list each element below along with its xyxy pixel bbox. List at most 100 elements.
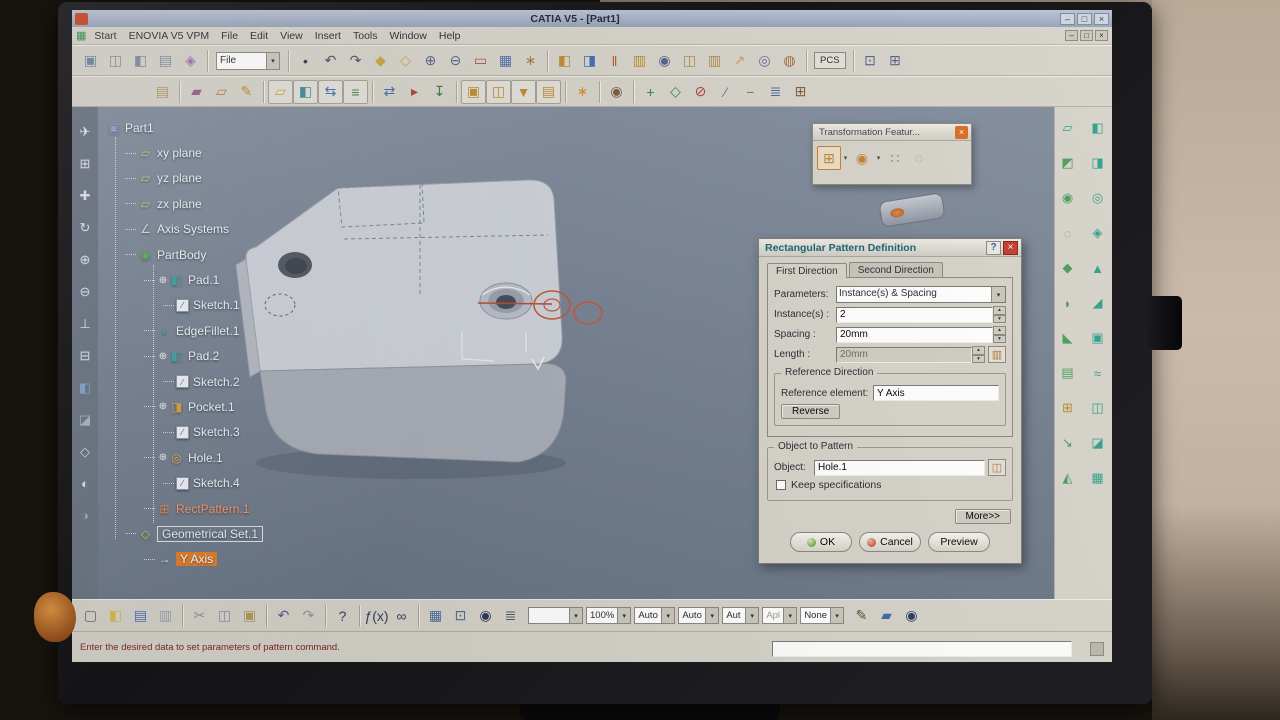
rectangular-pattern-tool-icon[interactable]: ⊞ (817, 146, 841, 170)
zoom-area-icon[interactable]: ⊕ (418, 49, 443, 73)
tree-item[interactable]: ▱zx plane (102, 191, 263, 216)
redo-icon[interactable]: ↷ (296, 604, 321, 628)
document-minimize-button[interactable]: – (1065, 30, 1078, 41)
paint-icon[interactable]: ▰ (874, 604, 899, 628)
length-measure-button[interactable]: ▥ (988, 346, 1006, 363)
menu-window[interactable]: Window (384, 29, 433, 43)
combo-arrow-icon[interactable]: ▾ (705, 608, 718, 623)
auto-combo-2[interactable]: Auto▾ (678, 607, 719, 624)
multi-view-icon[interactable]: ⊟ (74, 345, 96, 366)
measure-icon[interactable]: ∕ (713, 80, 738, 104)
apply-combo[interactable]: Apl▾ (762, 607, 797, 624)
shaded-cube-icon[interactable]: ◪ (74, 409, 96, 430)
minimize-button[interactable]: – (1060, 13, 1075, 25)
wireframe-cube-icon[interactable]: ◇ (74, 441, 96, 462)
chamfer-feature-icon[interactable]: ◢ (1086, 292, 1110, 314)
object-picker-button[interactable]: ◫ (988, 459, 1006, 476)
spinner-down-icon[interactable]: ▾ (993, 335, 1006, 344)
menu-help[interactable]: Help (433, 29, 467, 43)
calculator-icon[interactable]: ⊞ (788, 80, 813, 104)
doc-pair-icon[interactable]: ▥ (702, 49, 727, 73)
window-front-icon[interactable]: ◧ (552, 49, 577, 73)
user-icon[interactable]: ◉ (604, 80, 629, 104)
stack-icon[interactable]: ▥ (627, 49, 652, 73)
reverse-button[interactable]: Reverse (781, 404, 840, 419)
tree-item[interactable]: ⊕◧Pad.1 (102, 267, 263, 292)
current-selection-combo[interactable]: ▾ (528, 607, 583, 624)
pencil-icon[interactable]: ✎ (234, 80, 259, 104)
mirror-tool-icon[interactable]: ◌ (907, 146, 931, 170)
groove-feature-icon[interactable]: ◎ (1086, 187, 1110, 209)
instances-input[interactable] (836, 307, 993, 323)
tile-window-icon[interactable]: ⊞ (883, 49, 908, 73)
length-spinner[interactable]: ▴ ▾ (972, 346, 985, 363)
close-surface-icon[interactable]: ▦ (1086, 467, 1110, 489)
zoom-in-icon[interactable]: ⊕ (74, 249, 96, 270)
spinner-down-icon[interactable]: ▾ (993, 315, 1006, 324)
constraints-icon[interactable]: ≡ (343, 80, 368, 104)
expand-node-icon[interactable]: ⊕ (157, 401, 169, 412)
pause-icon[interactable]: ‖ (602, 49, 627, 73)
list-icon[interactable]: ≣ (763, 80, 788, 104)
thread-feature-icon[interactable]: ≈ (1086, 362, 1110, 384)
pan-icon[interactable]: ✚ (74, 185, 96, 206)
pcs-button[interactable]: PCS (814, 52, 846, 69)
maximize-button[interactable]: □ (1077, 13, 1092, 25)
fillet-feature-icon[interactable]: ◗ (1056, 292, 1080, 314)
glasses-icon[interactable]: ∞ (389, 604, 414, 628)
shaft-feature-icon[interactable]: ◉ (1056, 187, 1080, 209)
tree-item[interactable]: ∕Sketch.1 (102, 293, 263, 318)
combo-arrow-icon[interactable]: ▾ (830, 608, 843, 623)
iso-view-cube-icon[interactable]: ◧ (74, 377, 96, 398)
combo-arrow-icon[interactable]: ▾ (783, 608, 796, 623)
catalog-icon[interactable]: ▣ (461, 80, 486, 104)
redo-icon[interactable]: ↷ (343, 49, 368, 73)
tree-item[interactable]: ∕Sketch.2 (102, 369, 263, 394)
snap-point-icon[interactable]: ⊡ (448, 604, 473, 628)
rotate-icon[interactable]: ◇ (663, 80, 688, 104)
thickness-feature-icon[interactable]: ▤ (1056, 362, 1080, 384)
expand-node-icon[interactable]: ⊕ (157, 452, 169, 463)
layers-icon[interactable]: ▤ (536, 80, 561, 104)
circular-pattern-tool-icon[interactable]: ◉ (850, 146, 874, 170)
dialog-titlebar[interactable]: Rectangular Pattern Definition ? × (759, 239, 1021, 257)
draft-angle-icon[interactable]: ◣ (1056, 327, 1080, 349)
layout-icon[interactable]: ▤ (153, 49, 178, 73)
mirror-feature-icon[interactable]: ◫ (1086, 397, 1110, 419)
help-icon[interactable]: ? (330, 604, 355, 628)
split-feature-icon[interactable]: ◭ (1056, 467, 1080, 489)
flyout-arrow-icon[interactable]: ▾ (841, 147, 850, 169)
light-icon[interactable]: ∗ (518, 49, 543, 73)
mail-icon[interactable]: ▭ (468, 49, 493, 73)
file-toolbar-combo[interactable]: File▾ (216, 52, 280, 70)
notes-icon[interactable]: ≣ (498, 604, 523, 628)
keep-specifications-checkbox[interactable] (776, 480, 786, 490)
viewport-3d[interactable]: ▣Part1▱xy plane▱yz plane▱zx plane∠Axis S… (98, 107, 1054, 599)
pad-tool-icon[interactable]: ◆ (368, 49, 393, 73)
pocket-feature-icon[interactable]: ◨ (1086, 152, 1110, 174)
spinner-up-icon[interactable]: ▴ (972, 346, 985, 355)
user-pattern-tool-icon[interactable]: ∷ (883, 146, 907, 170)
pattern-feature-icon[interactable]: ⊞ (1056, 397, 1080, 419)
tree-item[interactable]: ▱xy plane (102, 140, 263, 165)
resize-grip[interactable] (1090, 642, 1104, 656)
copy-icon[interactable]: ◫ (212, 604, 237, 628)
pin-window-icon[interactable]: ⊡ (858, 49, 883, 73)
menu-start[interactable]: Start (88, 29, 122, 43)
pen-icon[interactable]: ✎ (849, 604, 874, 628)
zoom-doc-icon[interactable]: ⊖ (443, 49, 468, 73)
settings-gear-icon[interactable]: ∗ (570, 80, 595, 104)
swap-visible-space-icon[interactable]: ◑ (74, 505, 96, 526)
spacing-spinner[interactable]: ▴ ▾ (993, 326, 1006, 343)
rib-feature-icon[interactable]: ◈ (1086, 222, 1110, 244)
fit-all-in-icon[interactable]: ⊞ (74, 153, 96, 174)
copy-doc-icon[interactable]: ◫ (677, 49, 702, 73)
cut-icon[interactable]: ✂ (187, 604, 212, 628)
titlebar[interactable]: CATIA V5 - [Part1] – □ × (72, 10, 1112, 27)
tile-windows-icon[interactable]: ◫ (103, 49, 128, 73)
document-close-button[interactable]: × (1095, 30, 1108, 41)
tree-item[interactable]: ▣Part1 (102, 115, 263, 140)
combo-arrow-icon[interactable]: ▾ (266, 53, 279, 69)
undo-icon[interactable]: ↶ (318, 49, 343, 73)
menu-view[interactable]: View (274, 29, 309, 43)
